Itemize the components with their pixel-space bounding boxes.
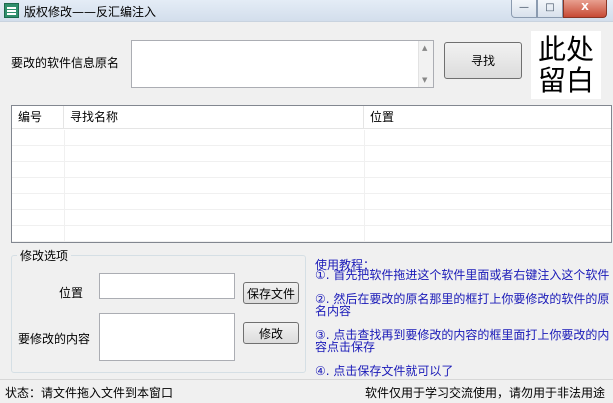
results-list[interactable]: 编号 寻找名称 位置 <box>11 105 612 243</box>
tutorial-step-3: ③. 点击查找再到要修改的内容的框里面打上你要改的内容点击保存 <box>315 328 610 354</box>
window-controls: — □ X <box>511 0 607 19</box>
minimize-button[interactable]: — <box>511 0 537 18</box>
modify-content-input[interactable] <box>99 313 235 361</box>
table-row[interactable] <box>12 146 611 162</box>
status-text: 状态：请文件拖入文件到本窗口 <box>5 386 174 400</box>
close-button[interactable]: X <box>563 0 607 18</box>
modify-content-label: 要修改的内容 <box>18 332 91 346</box>
title-bar[interactable]: 版权修改——反汇编注入 — □ X <box>0 0 613 22</box>
reserved-text-line2: 留白 <box>537 64 594 97</box>
column-header-position[interactable]: 位置 <box>364 106 611 129</box>
results-list-body[interactable] <box>12 130 611 242</box>
reserved-blank-area: 此处 留白 <box>531 31 601 99</box>
find-button[interactable]: 寻找 <box>444 42 522 79</box>
scroll-up-icon[interactable]: ▲ <box>422 44 427 52</box>
table-row[interactable] <box>12 210 611 226</box>
reserved-text-line1: 此处 <box>537 33 594 66</box>
disclaimer-text: 软件仅用于学习交流使用，请勿用于非法用途 <box>365 386 606 400</box>
save-file-button[interactable]: 保存文件 <box>243 282 299 304</box>
main-window: 版权修改——反汇编注入 — □ X 要改的软件信息原名 ▲ ▼ 寻找 此处 留白… <box>0 0 613 403</box>
position-input[interactable] <box>99 273 235 299</box>
table-row[interactable] <box>12 226 611 242</box>
maximize-button[interactable]: □ <box>537 0 563 18</box>
app-icon <box>4 3 19 18</box>
results-list-header: 编号 寻找名称 位置 <box>12 106 611 129</box>
table-row[interactable] <box>12 162 611 178</box>
table-row[interactable] <box>12 194 611 210</box>
window-title: 版权修改——反汇编注入 <box>24 5 157 19</box>
tutorial-step-2: ②. 然后在要改的原名那里的框打上你要修改的软件的原名内容 <box>315 292 610 318</box>
column-header-name[interactable]: 寻找名称 <box>64 106 364 129</box>
column-header-number[interactable]: 编号 <box>12 106 64 129</box>
modify-options-title: 修改选项 <box>17 247 72 264</box>
modify-button[interactable]: 修改 <box>243 322 299 344</box>
tutorial-panel: 使用教程： ①. 首先把软件拖进这个软件里面或者右键注入这个软件 ②. 然后在要… <box>315 256 613 378</box>
status-bar: 状态：请文件拖入文件到本窗口 软件仅用于学习交流使用，请勿用于非法用途 <box>0 379 613 403</box>
position-label: 位置 <box>59 286 84 300</box>
table-row[interactable] <box>12 178 611 194</box>
tutorial-step-4: ④. 点击保存文件就可以了 <box>315 364 454 378</box>
tutorial-step-1: ①. 首先把软件拖进这个软件里面或者右键注入这个软件 <box>315 268 610 282</box>
scroll-down-icon[interactable]: ▼ <box>422 76 427 84</box>
original-name-label: 要改的软件信息原名 <box>11 56 120 70</box>
original-name-scrollbar[interactable]: ▲ ▼ <box>418 41 433 87</box>
table-row[interactable] <box>12 130 611 146</box>
original-name-input[interactable]: ▲ ▼ <box>131 40 434 88</box>
